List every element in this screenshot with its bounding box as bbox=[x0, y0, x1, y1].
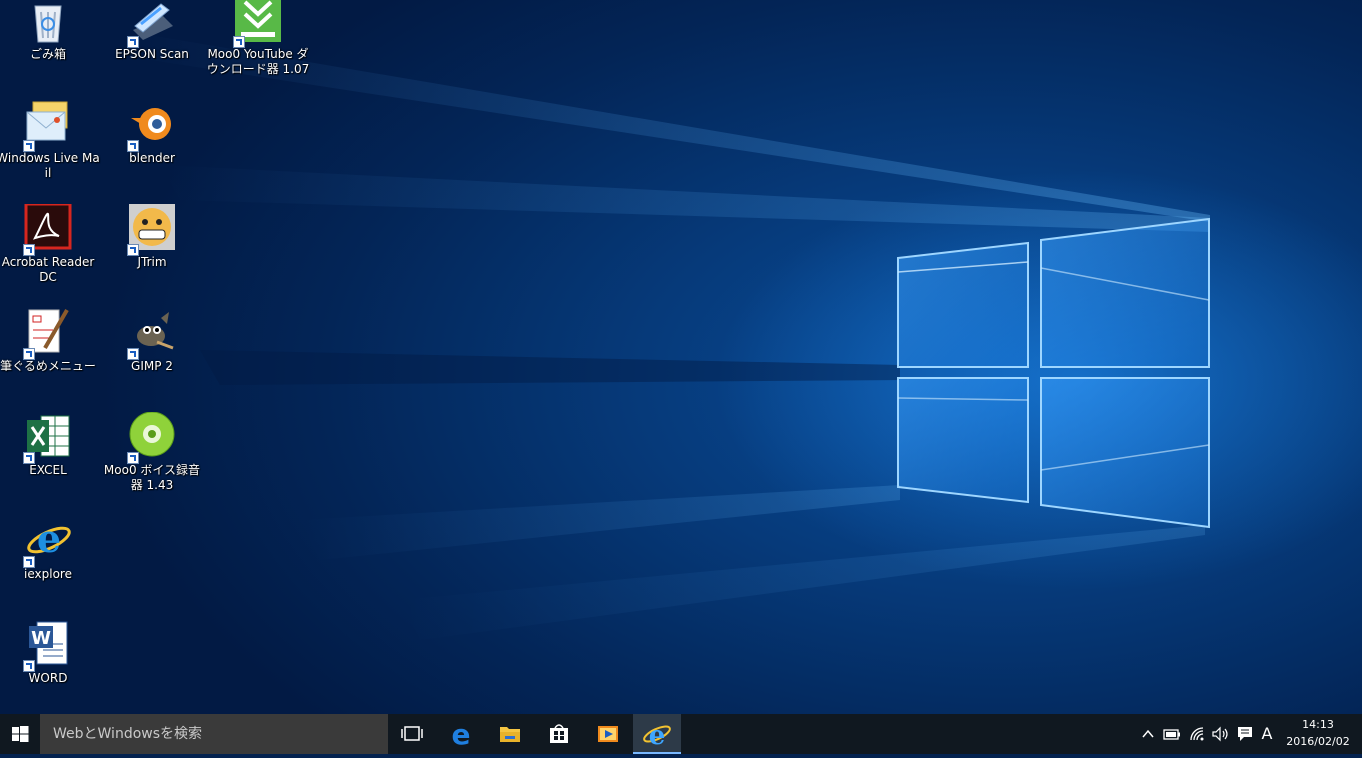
desktop-icon-iexplore[interactable]: e iexplore bbox=[0, 516, 100, 582]
desktop-icon-label: ごみ箱 bbox=[29, 47, 66, 61]
desktop-icon-word[interactable]: W WORD bbox=[0, 620, 100, 686]
acrobat-icon bbox=[23, 202, 73, 256]
shortcut-arrow-icon bbox=[23, 348, 35, 360]
file-explorer-icon bbox=[500, 727, 520, 742]
task-view-button[interactable] bbox=[388, 714, 436, 754]
desktop-icon-excel[interactable]: EXCEL bbox=[0, 412, 100, 478]
svg-text:e: e bbox=[649, 721, 666, 751]
desktop-icon-label: EXCEL bbox=[29, 463, 67, 477]
desktop-icon-blender[interactable]: blender bbox=[100, 100, 204, 166]
battery-icon[interactable] bbox=[1162, 725, 1182, 743]
svg-text:W: W bbox=[31, 628, 51, 649]
desktop-icon-label: iexplore bbox=[24, 567, 72, 581]
taskbar-internet-explorer[interactable]: e bbox=[633, 714, 681, 754]
store-icon bbox=[550, 724, 568, 743]
shortcut-arrow-icon bbox=[233, 36, 245, 48]
blender-icon bbox=[127, 100, 177, 152]
edge-icon: e bbox=[452, 718, 471, 751]
postcard-brush-icon bbox=[23, 308, 73, 360]
shortcut-arrow-icon bbox=[23, 244, 35, 256]
wifi-icon[interactable] bbox=[1188, 725, 1208, 743]
desktop-icon-label: EPSON Scan bbox=[115, 47, 189, 61]
desktop-icon-label: 筆ぐるめメニュー bbox=[0, 359, 96, 373]
internet-explorer-icon: e bbox=[23, 516, 73, 568]
shortcut-arrow-icon bbox=[127, 348, 139, 360]
desktop-icon-label: GIMP 2 bbox=[131, 359, 173, 373]
shortcut-arrow-icon bbox=[23, 556, 35, 568]
desktop-icon-label: WORD bbox=[28, 671, 68, 685]
desktop-icon-epson-scan[interactable]: EPSON Scan bbox=[100, 0, 204, 62]
windows-start-icon bbox=[12, 726, 29, 742]
desktop-icon-label: Acrobat Reader DC bbox=[1, 255, 95, 284]
scanner-icon bbox=[127, 0, 177, 48]
desktop-icon-moo0-youtube[interactable]: Moo0 YouTube ダウンロード器 1.07 bbox=[206, 0, 310, 77]
taskbar-file-explorer[interactable] bbox=[486, 714, 534, 754]
media-player-icon bbox=[598, 726, 618, 742]
task-view-icon bbox=[401, 726, 423, 741]
desktop-icon-windows-live-mail[interactable]: Windows Live Mail bbox=[0, 100, 100, 181]
desktop[interactable]: ごみ箱 EPSON Scan Moo0 YouTube ダウンロード器 1.07 bbox=[0, 0, 1362, 714]
desktop-icon-label: JTrim bbox=[137, 255, 167, 269]
recycle-bin-icon bbox=[23, 0, 73, 46]
shortcut-arrow-icon bbox=[23, 140, 35, 152]
desktop-icon-label: Windows Live Mail bbox=[0, 151, 100, 180]
jtrim-face-icon bbox=[127, 204, 177, 256]
word-icon: W bbox=[23, 620, 73, 672]
mail-icon bbox=[23, 100, 73, 152]
desktop-icon-acrobat[interactable]: Acrobat Reader DC bbox=[0, 202, 100, 285]
shortcut-arrow-icon bbox=[127, 36, 139, 48]
windows-logo-panes bbox=[897, 217, 1210, 529]
desktop-icon-fudegurume[interactable]: 筆ぐるめメニュー bbox=[0, 308, 100, 374]
ime-mode-indicator[interactable]: A bbox=[1258, 725, 1276, 743]
gimp-wilber-icon bbox=[127, 308, 177, 360]
taskbar: WebとWindowsを検索 e e A 14:13 2016/02/02 bbox=[0, 714, 1362, 754]
svg-text:e: e bbox=[37, 516, 61, 561]
clock[interactable]: 14:13 2016/02/02 bbox=[1278, 716, 1358, 750]
internet-explorer-icon: e bbox=[643, 721, 671, 751]
excel-icon bbox=[23, 412, 73, 464]
desktop-icon-label: Moo0 ボイス録音器 1.43 bbox=[103, 463, 201, 492]
desktop-icon-label: blender bbox=[129, 151, 175, 165]
clock-time: 14:13 bbox=[1302, 718, 1334, 731]
shortcut-arrow-icon bbox=[127, 140, 139, 152]
desktop-icon-moo0-voice-recorder[interactable]: Moo0 ボイス録音器 1.43 bbox=[100, 411, 204, 493]
shortcut-arrow-icon bbox=[23, 660, 35, 672]
start-button[interactable] bbox=[0, 714, 40, 754]
action-center-icon[interactable] bbox=[1235, 725, 1255, 743]
search-placeholder: WebとWindowsを検索 bbox=[53, 726, 203, 742]
desktop-icon-jtrim[interactable]: JTrim bbox=[100, 204, 204, 270]
volume-icon[interactable] bbox=[1210, 725, 1230, 743]
shortcut-arrow-icon bbox=[127, 244, 139, 256]
taskbar-store[interactable] bbox=[535, 714, 583, 754]
taskbar-edge[interactable]: e bbox=[437, 714, 485, 754]
svg-text:e: e bbox=[452, 718, 471, 751]
show-hidden-icons-chevron-up-icon[interactable] bbox=[1140, 725, 1156, 743]
clock-date: 2016/02/02 bbox=[1286, 735, 1350, 748]
shortcut-arrow-icon bbox=[23, 452, 35, 464]
search-box[interactable]: WebとWindowsを検索 bbox=[40, 714, 388, 754]
disc-record-icon bbox=[127, 411, 177, 464]
windows-wallpaper-logo bbox=[120, 30, 1210, 640]
desktop-icon-recycle-bin[interactable]: ごみ箱 bbox=[0, 0, 100, 62]
taskbar-media-player[interactable] bbox=[584, 714, 632, 754]
desktop-icon-label: Moo0 YouTube ダウンロード器 1.07 bbox=[206, 47, 310, 76]
desktop-icon-gimp[interactable]: GIMP 2 bbox=[100, 308, 204, 374]
shortcut-arrow-icon bbox=[127, 452, 139, 464]
download-arrow-icon bbox=[233, 0, 283, 48]
